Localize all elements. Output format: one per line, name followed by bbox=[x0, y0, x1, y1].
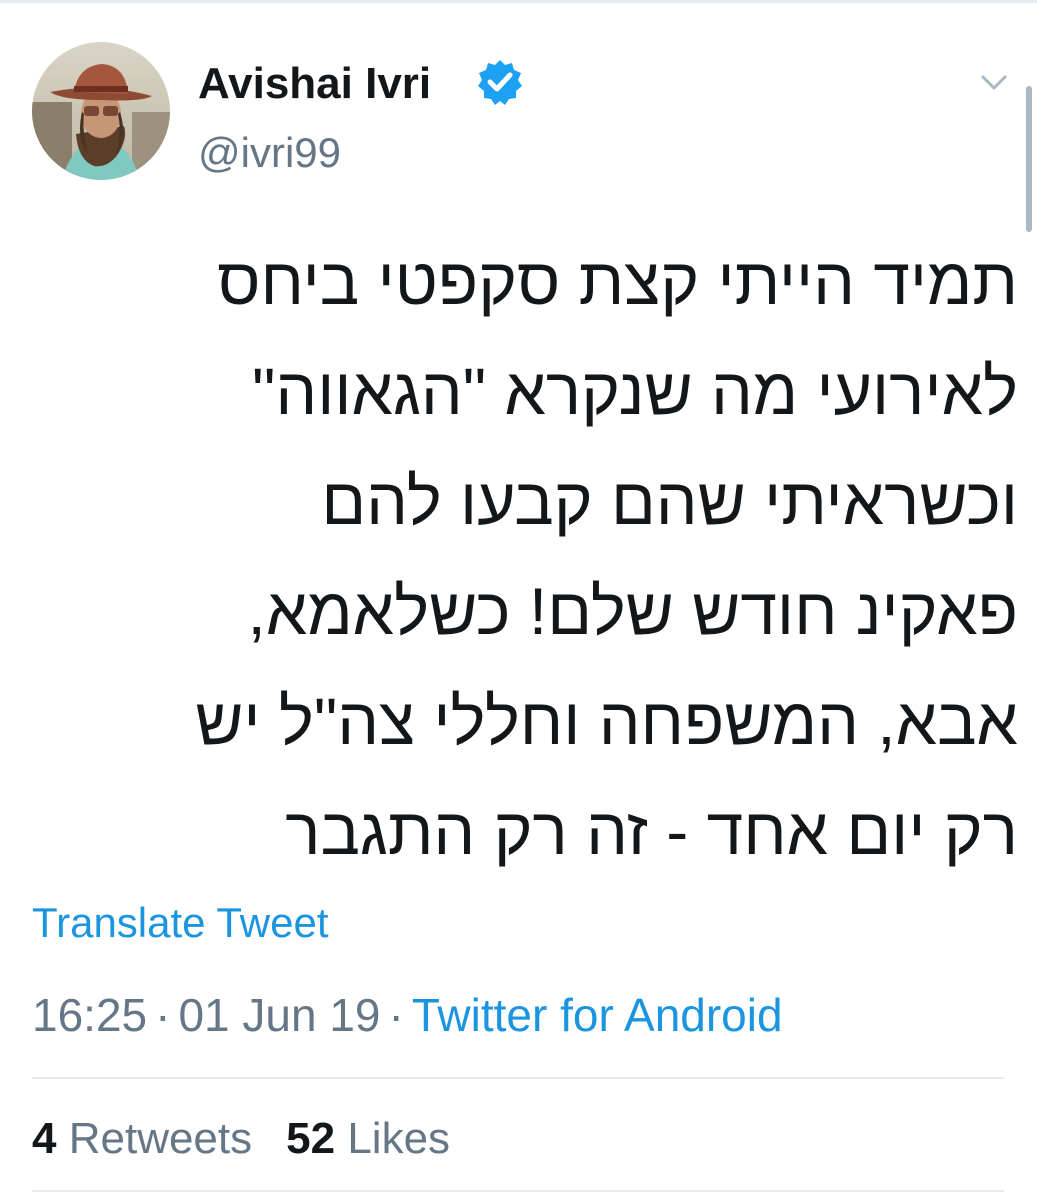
meta-separator: · bbox=[388, 989, 404, 1041]
likes-stat[interactable]: 52 Likes bbox=[286, 1114, 450, 1163]
likes-label: Likes bbox=[347, 1114, 451, 1163]
retweets-count: 4 bbox=[32, 1114, 57, 1163]
tweet-line: פאקינ חודש שלם! כשלאמא, bbox=[247, 574, 1018, 648]
avatar[interactable] bbox=[32, 42, 170, 180]
tweet-line: לאירועי מה שנקרא "הגאווה" bbox=[251, 354, 1018, 428]
divider bbox=[32, 1077, 1004, 1079]
tweet-line: רק יום אחד - זה רק התגבר bbox=[285, 794, 1018, 868]
top-divider bbox=[0, 0, 1037, 3]
tweet-line: וכשראיתי שהם קבעו להם bbox=[321, 464, 1018, 538]
verified-badge-icon bbox=[476, 58, 524, 106]
divider bbox=[32, 1190, 1004, 1192]
translate-tweet-link[interactable]: Translate Tweet bbox=[32, 898, 328, 948]
tweet-time[interactable]: 16:25 bbox=[32, 989, 147, 1041]
retweets-label: Retweets bbox=[68, 1114, 253, 1163]
tweet-line: תמיד הייתי קצת סקפטי ביחס bbox=[217, 244, 1018, 318]
likes-count: 52 bbox=[286, 1114, 336, 1163]
tweet-date[interactable]: 01 Jun 19 bbox=[178, 989, 380, 1041]
tweet-source-link[interactable]: Twitter for Android bbox=[412, 989, 783, 1041]
meta-separator: · bbox=[155, 989, 171, 1041]
avatar-image bbox=[32, 42, 170, 180]
user-handle[interactable]: @ivri99 bbox=[198, 128, 341, 178]
display-name[interactable]: Avishai Ivri bbox=[198, 58, 431, 110]
tweet-text: תמיד הייתי קצת סקפטי ביחס לאירועי מה שנק… bbox=[28, 226, 1018, 886]
tweet-line: אבא, המשפחה וחללי צה"ל יש bbox=[195, 684, 1018, 758]
scrollbar[interactable] bbox=[1026, 86, 1032, 232]
tweet-stats: 4 Retweets 52 Likes bbox=[32, 1113, 450, 1165]
chevron-down-icon[interactable] bbox=[978, 66, 1010, 98]
tweet-meta: 16:25 · 01 Jun 19 · Twitter for Android bbox=[32, 988, 783, 1042]
retweets-stat[interactable]: 4 Retweets bbox=[32, 1114, 252, 1163]
